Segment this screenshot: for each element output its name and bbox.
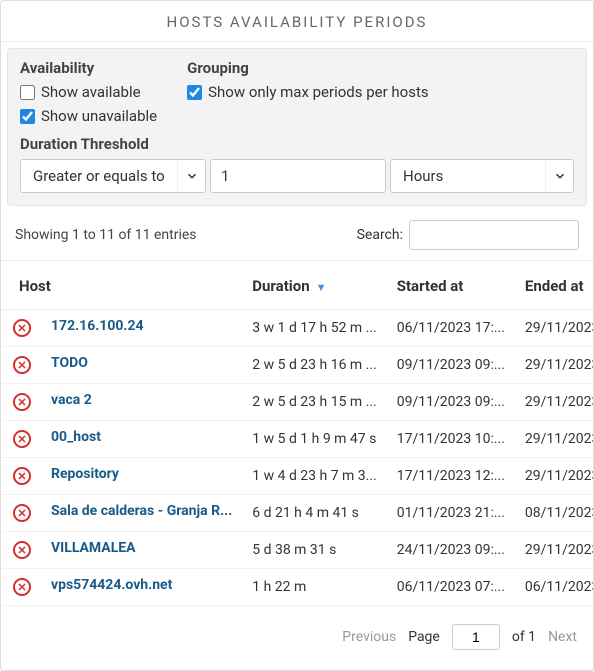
- table-row: ✕ Repository 1 w 4 d 23 h 7 m 3...17/11/20…: [1, 458, 594, 495]
- table-row: ✕ 172.16.100.24 3 w 1 d 17 h 52 m ...06/11…: [1, 310, 594, 347]
- host-link[interactable]: 00_host: [51, 429, 101, 445]
- ended-cell: 29/11/2023 08:...: [515, 384, 594, 421]
- host-link[interactable]: 172.16.100.24: [51, 318, 144, 334]
- unavailable-icon: ✕: [13, 467, 31, 485]
- started-cell: 06/11/2023 07:...: [387, 569, 515, 606]
- unavailable-icon: ✕: [13, 504, 31, 522]
- started-cell: 09/11/2023 09:...: [387, 347, 515, 384]
- table-row: ✕ vaca 2 2 w 5 d 23 h 15 m ...09/11/2023 0…: [1, 384, 594, 421]
- ended-cell: 29/11/2023 08:...: [515, 347, 594, 384]
- duration-threshold-label: Duration Threshold: [20, 135, 574, 153]
- host-link[interactable]: vaca 2: [51, 392, 92, 408]
- ended-cell: 29/11/2023 10:...: [515, 532, 594, 569]
- page-input[interactable]: [452, 624, 500, 650]
- max-periods-label: Show only max periods per hosts: [208, 83, 428, 101]
- hosts-table: Host Duration▼ Started at Ended at ✕ 172.…: [1, 260, 594, 606]
- unit-value: Hours: [391, 167, 545, 185]
- started-cell: 01/11/2023 21:...: [387, 495, 515, 532]
- show-available-checkbox[interactable]: [20, 85, 35, 100]
- duration-cell: 2 w 5 d 23 h 16 m ...: [242, 347, 386, 384]
- chevron-down-icon: [545, 160, 573, 192]
- duration-cell: 2 w 5 d 23 h 15 m ...: [242, 384, 386, 421]
- sort-desc-icon: ▼: [316, 281, 327, 294]
- ended-cell: 06/11/2023 09:...: [515, 569, 594, 606]
- showing-entries-text: Showing 1 to 11 of 11 entries: [15, 227, 197, 243]
- page-total-label: of 1: [512, 629, 536, 645]
- host-link[interactable]: TODO: [51, 355, 88, 371]
- started-cell: 06/11/2023 17:...: [387, 310, 515, 347]
- duration-cell: 1 w 4 d 23 h 7 m 3...: [242, 458, 386, 495]
- chevron-down-icon: [177, 160, 205, 192]
- search-input[interactable]: [409, 220, 579, 250]
- column-duration[interactable]: Duration▼: [242, 261, 386, 310]
- ended-cell: 29/11/2023 11:...: [515, 458, 594, 495]
- page-label: Page: [408, 629, 440, 645]
- host-link[interactable]: Sala de calderas - Granja R...: [51, 503, 232, 519]
- ended-cell: 08/11/2023 18:...: [515, 495, 594, 532]
- show-available-checkbox-row[interactable]: Show available: [20, 83, 157, 101]
- duration-cell: 5 d 38 m 31 s: [242, 532, 386, 569]
- column-host[interactable]: Host: [1, 261, 242, 310]
- show-unavailable-label: Show unavailable: [41, 107, 157, 125]
- show-unavailable-checkbox-row[interactable]: Show unavailable: [20, 107, 157, 125]
- column-ended[interactable]: Ended at: [515, 261, 594, 310]
- max-periods-checkbox[interactable]: [187, 85, 202, 100]
- started-cell: 09/11/2023 09:...: [387, 384, 515, 421]
- table-row: ✕ 00_host 1 w 5 d 1 h 9 m 47 s17/11/2023 1…: [1, 421, 594, 458]
- ended-cell: 29/11/2023 11:...: [515, 421, 594, 458]
- operator-value: Greater or equals to: [21, 167, 177, 185]
- threshold-value-input[interactable]: 1: [210, 159, 386, 193]
- unavailable-icon: ✕: [13, 578, 31, 596]
- grouping-label: Grouping: [187, 59, 428, 77]
- unavailable-icon: ✕: [13, 430, 31, 448]
- host-link[interactable]: vps574424.ovh.net: [51, 577, 172, 593]
- show-available-label: Show available: [41, 83, 141, 101]
- column-started[interactable]: Started at: [387, 261, 515, 310]
- previous-button[interactable]: Previous: [342, 629, 396, 645]
- page-title: HOSTS AVAILABILITY PERIODS: [1, 1, 593, 42]
- table-row: ✕ Sala de calderas - Granja R... 6 d 21 h …: [1, 495, 594, 532]
- max-periods-checkbox-row[interactable]: Show only max periods per hosts: [187, 83, 428, 101]
- unavailable-icon: ✕: [13, 356, 31, 374]
- table-row: ✕ TODO 2 w 5 d 23 h 16 m ...09/11/2023 09:…: [1, 347, 594, 384]
- search-label: Search:: [357, 227, 403, 243]
- started-cell: 17/11/2023 12:...: [387, 458, 515, 495]
- started-cell: 17/11/2023 10:...: [387, 421, 515, 458]
- duration-cell: 1 h 22 m: [242, 569, 386, 606]
- unavailable-icon: ✕: [13, 319, 31, 337]
- next-button[interactable]: Next: [548, 629, 577, 645]
- host-link[interactable]: Repository: [51, 466, 119, 482]
- table-row: ✕ vps574424.ovh.net 1 h 22 m06/11/2023 07:…: [1, 569, 594, 606]
- unit-select[interactable]: Hours: [390, 159, 574, 193]
- filters-panel: Availability Show available Show unavail…: [7, 48, 587, 206]
- ended-cell: 29/11/2023 11:...: [515, 310, 594, 347]
- unavailable-icon: ✕: [13, 393, 31, 411]
- duration-cell: 3 w 1 d 17 h 52 m ...: [242, 310, 386, 347]
- duration-cell: 1 w 5 d 1 h 9 m 47 s: [242, 421, 386, 458]
- show-unavailable-checkbox[interactable]: [20, 109, 35, 124]
- pagination: Previous Page of 1 Next: [1, 606, 593, 670]
- unavailable-icon: ✕: [13, 541, 31, 559]
- host-link[interactable]: VILLAMALEA: [51, 540, 136, 556]
- availability-label: Availability: [20, 59, 157, 77]
- started-cell: 24/11/2023 09:...: [387, 532, 515, 569]
- operator-select[interactable]: Greater or equals to: [20, 159, 206, 193]
- table-row: ✕ VILLAMALEA 5 d 38 m 31 s24/11/2023 09:..…: [1, 532, 594, 569]
- duration-cell: 6 d 21 h 4 m 41 s: [242, 495, 386, 532]
